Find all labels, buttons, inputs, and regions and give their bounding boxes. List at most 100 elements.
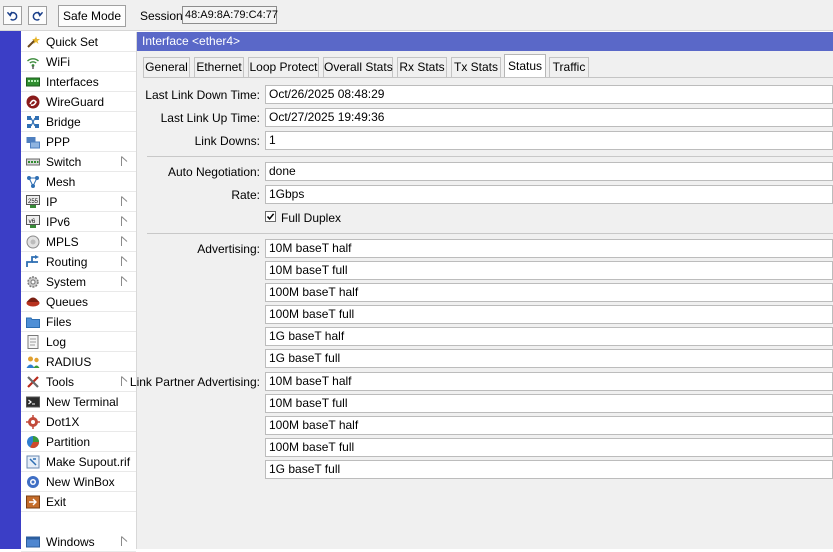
advertising-item[interactable]: 100M baseT half bbox=[265, 283, 833, 302]
sidebar-item-partition[interactable]: Partition bbox=[21, 433, 136, 452]
tab-general[interactable]: General bbox=[143, 57, 190, 77]
advertising-item[interactable]: 1G baseT half bbox=[265, 327, 833, 346]
submenu-arrow-icon bbox=[121, 536, 128, 546]
sidebar-item-quick-set[interactable]: Quick Set bbox=[21, 33, 136, 52]
rate-field[interactable]: 1Gbps bbox=[265, 185, 833, 204]
partner-advertising-item[interactable]: 10M baseT half bbox=[265, 372, 833, 391]
system-gear-icon bbox=[27, 276, 39, 288]
toolbar: Safe Mode Session: 48:A9:8A:79:C4:77 bbox=[0, 0, 833, 31]
advertising-item[interactable]: 10M baseT full bbox=[265, 261, 833, 280]
sidebar-item-files[interactable]: Files bbox=[21, 313, 136, 332]
winbox-icon bbox=[27, 476, 39, 488]
full-duplex-label: Full Duplex bbox=[281, 211, 342, 225]
partner-advertising-item[interactable]: 100M baseT full bbox=[265, 438, 833, 457]
sidebar-item-exit[interactable]: Exit bbox=[21, 493, 136, 512]
sidebar-item-label: Windows bbox=[46, 535, 95, 549]
tab-divider bbox=[143, 77, 833, 78]
advertising-item[interactable]: 100M baseT full bbox=[265, 305, 833, 324]
rate-label: Rate: bbox=[231, 188, 260, 202]
log-icon bbox=[27, 335, 39, 349]
partition-pie-icon bbox=[27, 436, 39, 449]
wand-icon bbox=[27, 36, 40, 48]
redo-icon bbox=[32, 11, 43, 21]
sidebar-item-label: Queues bbox=[46, 295, 89, 309]
dot1x-icon bbox=[26, 415, 40, 429]
link-downs-field[interactable]: 1 bbox=[265, 131, 833, 150]
session-label: Session: bbox=[140, 9, 187, 23]
sidebar-item-label: System bbox=[46, 275, 87, 289]
last-link-up-field[interactable]: Oct/27/2025 19:49:36 bbox=[265, 108, 833, 127]
exit-icon bbox=[26, 495, 40, 509]
sidebar-item-new-terminal[interactable]: New Terminal bbox=[21, 393, 136, 412]
sidebar-item-label: New WinBox bbox=[46, 475, 115, 489]
section-divider bbox=[147, 233, 833, 234]
sidebar-item-label: Routing bbox=[46, 255, 88, 269]
sidebar-item-make-supout-rif[interactable]: Make Supout.rif bbox=[21, 453, 136, 472]
session-value: 48:A9:8A:79:C4:77 bbox=[182, 6, 278, 24]
tab-tx-stats[interactable]: Tx Stats bbox=[451, 57, 501, 77]
undo-button[interactable] bbox=[3, 6, 22, 25]
wifi-icon bbox=[27, 58, 39, 69]
sidebar-item-label: IPv6 bbox=[46, 215, 71, 229]
tab-overall-stats[interactable]: Overall Stats bbox=[323, 57, 393, 77]
windows-icon bbox=[26, 536, 40, 548]
sidebar-item-ipv6[interactable]: v6 IPv6 bbox=[21, 213, 136, 232]
sidebar-item-label: Log bbox=[46, 335, 67, 349]
auto-negotiation-field[interactable]: done bbox=[265, 162, 833, 181]
interfaces-icon bbox=[26, 77, 40, 87]
partner-advertising-item[interactable]: 10M baseT full bbox=[265, 394, 833, 413]
sidebar-item-dot1x[interactable]: Dot1X bbox=[21, 413, 136, 432]
sidebar-item-new-winbox[interactable]: New WinBox bbox=[21, 473, 136, 492]
tab-traffic[interactable]: Traffic bbox=[549, 57, 589, 77]
folder-icon bbox=[26, 317, 40, 328]
sidebar-item-system[interactable]: System bbox=[21, 273, 136, 292]
sidebar-item-label: Interfaces bbox=[46, 75, 99, 89]
partner-advertising-item[interactable]: 100M baseT half bbox=[265, 416, 833, 435]
undo-icon bbox=[7, 11, 18, 21]
redo-button[interactable] bbox=[28, 6, 47, 25]
safe-mode-button[interactable]: Safe Mode bbox=[58, 5, 126, 27]
submenu-arrow-icon bbox=[121, 256, 128, 266]
ipv6-icon: v6 bbox=[26, 215, 40, 228]
tab-rx-stats[interactable]: Rx Stats bbox=[397, 57, 447, 77]
sidebar-item-label: Dot1X bbox=[46, 415, 80, 429]
submenu-arrow-icon bbox=[121, 276, 128, 286]
full-duplex-checkbox[interactable] bbox=[265, 211, 276, 222]
last-link-down-label: Last Link Down Time: bbox=[145, 88, 260, 102]
sidebar-item-radius[interactable]: RADIUS bbox=[21, 353, 136, 372]
last-link-down-field[interactable]: Oct/26/2025 08:48:29 bbox=[265, 85, 833, 104]
routing-icon bbox=[26, 255, 39, 267]
sidebar-item-label: New Terminal bbox=[46, 395, 119, 409]
sidebar-item-label: WiFi bbox=[46, 55, 70, 69]
sidebar-item-label: Files bbox=[46, 315, 72, 329]
sidebar-item-wifi[interactable]: WiFi bbox=[21, 53, 136, 72]
advertising-item[interactable]: 10M baseT half bbox=[265, 239, 833, 258]
sidebar-item-label: RADIUS bbox=[46, 355, 92, 369]
link-partner-advertising-label: Link Partner Advertising: bbox=[129, 375, 260, 389]
advertising-item[interactable]: 1G baseT full bbox=[265, 349, 833, 368]
section-divider bbox=[147, 156, 833, 157]
sidebar-item-windows[interactable]: Windows bbox=[21, 533, 136, 552]
last-link-up-label: Last Link Up Time: bbox=[160, 111, 260, 125]
queues-icon bbox=[26, 297, 40, 307]
winbox-brand-stripe bbox=[0, 31, 21, 549]
sidebar-item-queues[interactable]: Queues bbox=[21, 293, 136, 312]
sidebar-item-label: Exit bbox=[46, 495, 67, 509]
sidebar-item-label: Make Supout.rif bbox=[46, 455, 131, 469]
radius-users-icon bbox=[26, 356, 40, 368]
advertising-label: Advertising: bbox=[197, 242, 260, 256]
supout-icon bbox=[26, 455, 40, 469]
partner-advertising-item[interactable]: 1G baseT full bbox=[265, 460, 833, 479]
link-downs-label: Link Downs: bbox=[194, 134, 260, 148]
sidebar-menu: Quick Set WiFi Interfaces WireGuard Bridge PP… bbox=[21, 32, 137, 552]
tab-status[interactable]: Status bbox=[504, 54, 546, 77]
submenu-arrow-icon bbox=[121, 216, 128, 226]
checkmark-icon bbox=[266, 213, 275, 220]
sidebar-item-log[interactable]: Log bbox=[21, 333, 136, 352]
tab-ethernet[interactable]: Ethernet bbox=[194, 57, 244, 77]
window-title[interactable]: Interface <ether4> bbox=[137, 32, 833, 51]
sidebar-item-label: Quick Set bbox=[46, 35, 99, 49]
tab-loop-protect[interactable]: Loop Protect bbox=[248, 57, 319, 77]
sidebar-item-label: Partition bbox=[46, 435, 91, 449]
auto-negotiation-label: Auto Negotiation: bbox=[167, 165, 260, 179]
